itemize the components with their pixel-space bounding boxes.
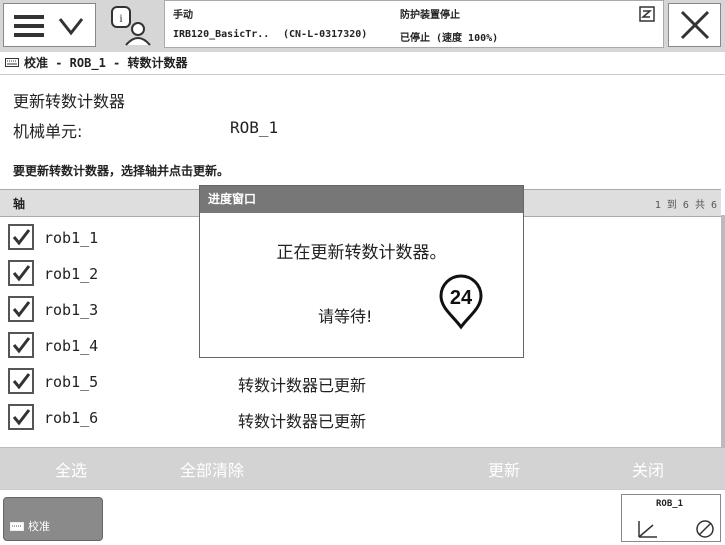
mech-unit-value: ROB_1 [230, 118, 279, 137]
progress-dialog: 进度窗口 正在更新转数计数器。 请等待! [199, 185, 524, 358]
axis-status: 转数计数器已更新 [238, 412, 367, 431]
axis-name: rob1_5 [44, 373, 99, 391]
axis-name: rob1_3 [44, 301, 99, 319]
axis-name: rob1_1 [44, 229, 99, 247]
menu-icon [14, 15, 44, 37]
info-user-button[interactable]: i [100, 3, 160, 47]
row-checkbox[interactable] [8, 260, 34, 286]
check-icon [12, 265, 31, 282]
step-marker-number: 24 [450, 287, 473, 309]
row-checkbox[interactable] [8, 332, 34, 358]
table-row[interactable]: rob1_6 转数计数器已更新 [0, 400, 721, 436]
dialog-message: 正在更新转数计数器。 [276, 243, 447, 263]
status-panel[interactable]: 手动 IRB120_BasicTr.. (CN-L-0317320) 防护装置停… [164, 0, 664, 48]
row-checkbox[interactable] [8, 368, 34, 394]
axis-name: rob1_2 [44, 265, 99, 283]
top-bar: i 手动 IRB120_BasicTr.. (CN-L-0317320) 防护装… [0, 0, 725, 53]
clear-all-button[interactable]: 全部清除 [180, 457, 244, 481]
info-user-icon: i [111, 6, 151, 46]
check-icon [12, 301, 31, 318]
task-tab-label: 校准 [28, 520, 50, 533]
axis-name: rob1_4 [44, 337, 99, 355]
keyboard-icon [5, 58, 19, 67]
status-line-2: 已停止 (速度 100%) [400, 33, 499, 44]
update-button[interactable]: 更新 [488, 457, 520, 481]
operating-mode: 手动 [173, 10, 193, 21]
event-log-icon [639, 6, 655, 22]
dialog-title: 进度窗口 [200, 186, 523, 213]
select-all-button[interactable]: 全选 [55, 457, 87, 481]
status-line-1: 防护装置停止 [400, 10, 460, 21]
axis-status: 转数计数器已更新 [238, 376, 367, 395]
window-title: 校准 - ROB_1 - 转数计数器 [24, 56, 188, 70]
action-bar: 全选 全部清除 更新 关闭 [0, 447, 725, 490]
page-heading: 更新转数计数器 [13, 92, 126, 111]
check-icon [12, 373, 31, 390]
row-checkbox[interactable] [8, 224, 34, 250]
column-axis: 轴 [13, 197, 26, 211]
row-count: 1 到 6 共 6 [654, 200, 717, 211]
table-row[interactable]: rob1_5 转数计数器已更新 [0, 364, 721, 400]
step-marker-icon: 24 [439, 274, 483, 330]
system-name: IRB120_BasicTr.. [173, 29, 270, 40]
jog-axes-icon [638, 520, 714, 538]
check-icon [12, 229, 31, 246]
check-icon [12, 337, 31, 354]
chevron-down-icon [58, 18, 84, 36]
row-checkbox[interactable] [8, 296, 34, 322]
main-menu-button[interactable] [3, 3, 96, 47]
window-title-bar: 校准 - ROB_1 - 转数计数器 [0, 52, 725, 75]
mech-unit-label: 机械单元: [13, 122, 83, 141]
serial-number: (CN-L-0317320) [283, 29, 368, 40]
keyboard-icon [10, 522, 24, 531]
instruction-text: 要更新转数计数器，选择轴并点击更新。 [13, 164, 230, 178]
check-icon [12, 409, 31, 426]
close-icon [680, 10, 710, 40]
close-action-button[interactable]: 关闭 [632, 457, 664, 481]
row-checkbox[interactable] [8, 404, 34, 430]
scrollbar[interactable] [721, 215, 725, 447]
close-button[interactable] [668, 3, 721, 47]
dialog-wait-text: 请等待! [318, 307, 373, 326]
task-tab-calibration[interactable]: 校准 [3, 497, 103, 541]
quickset-button[interactable]: ROB_1 [621, 494, 721, 542]
task-bar: 校准 ROB_1 [0, 489, 725, 545]
axis-name: rob1_6 [44, 409, 99, 427]
